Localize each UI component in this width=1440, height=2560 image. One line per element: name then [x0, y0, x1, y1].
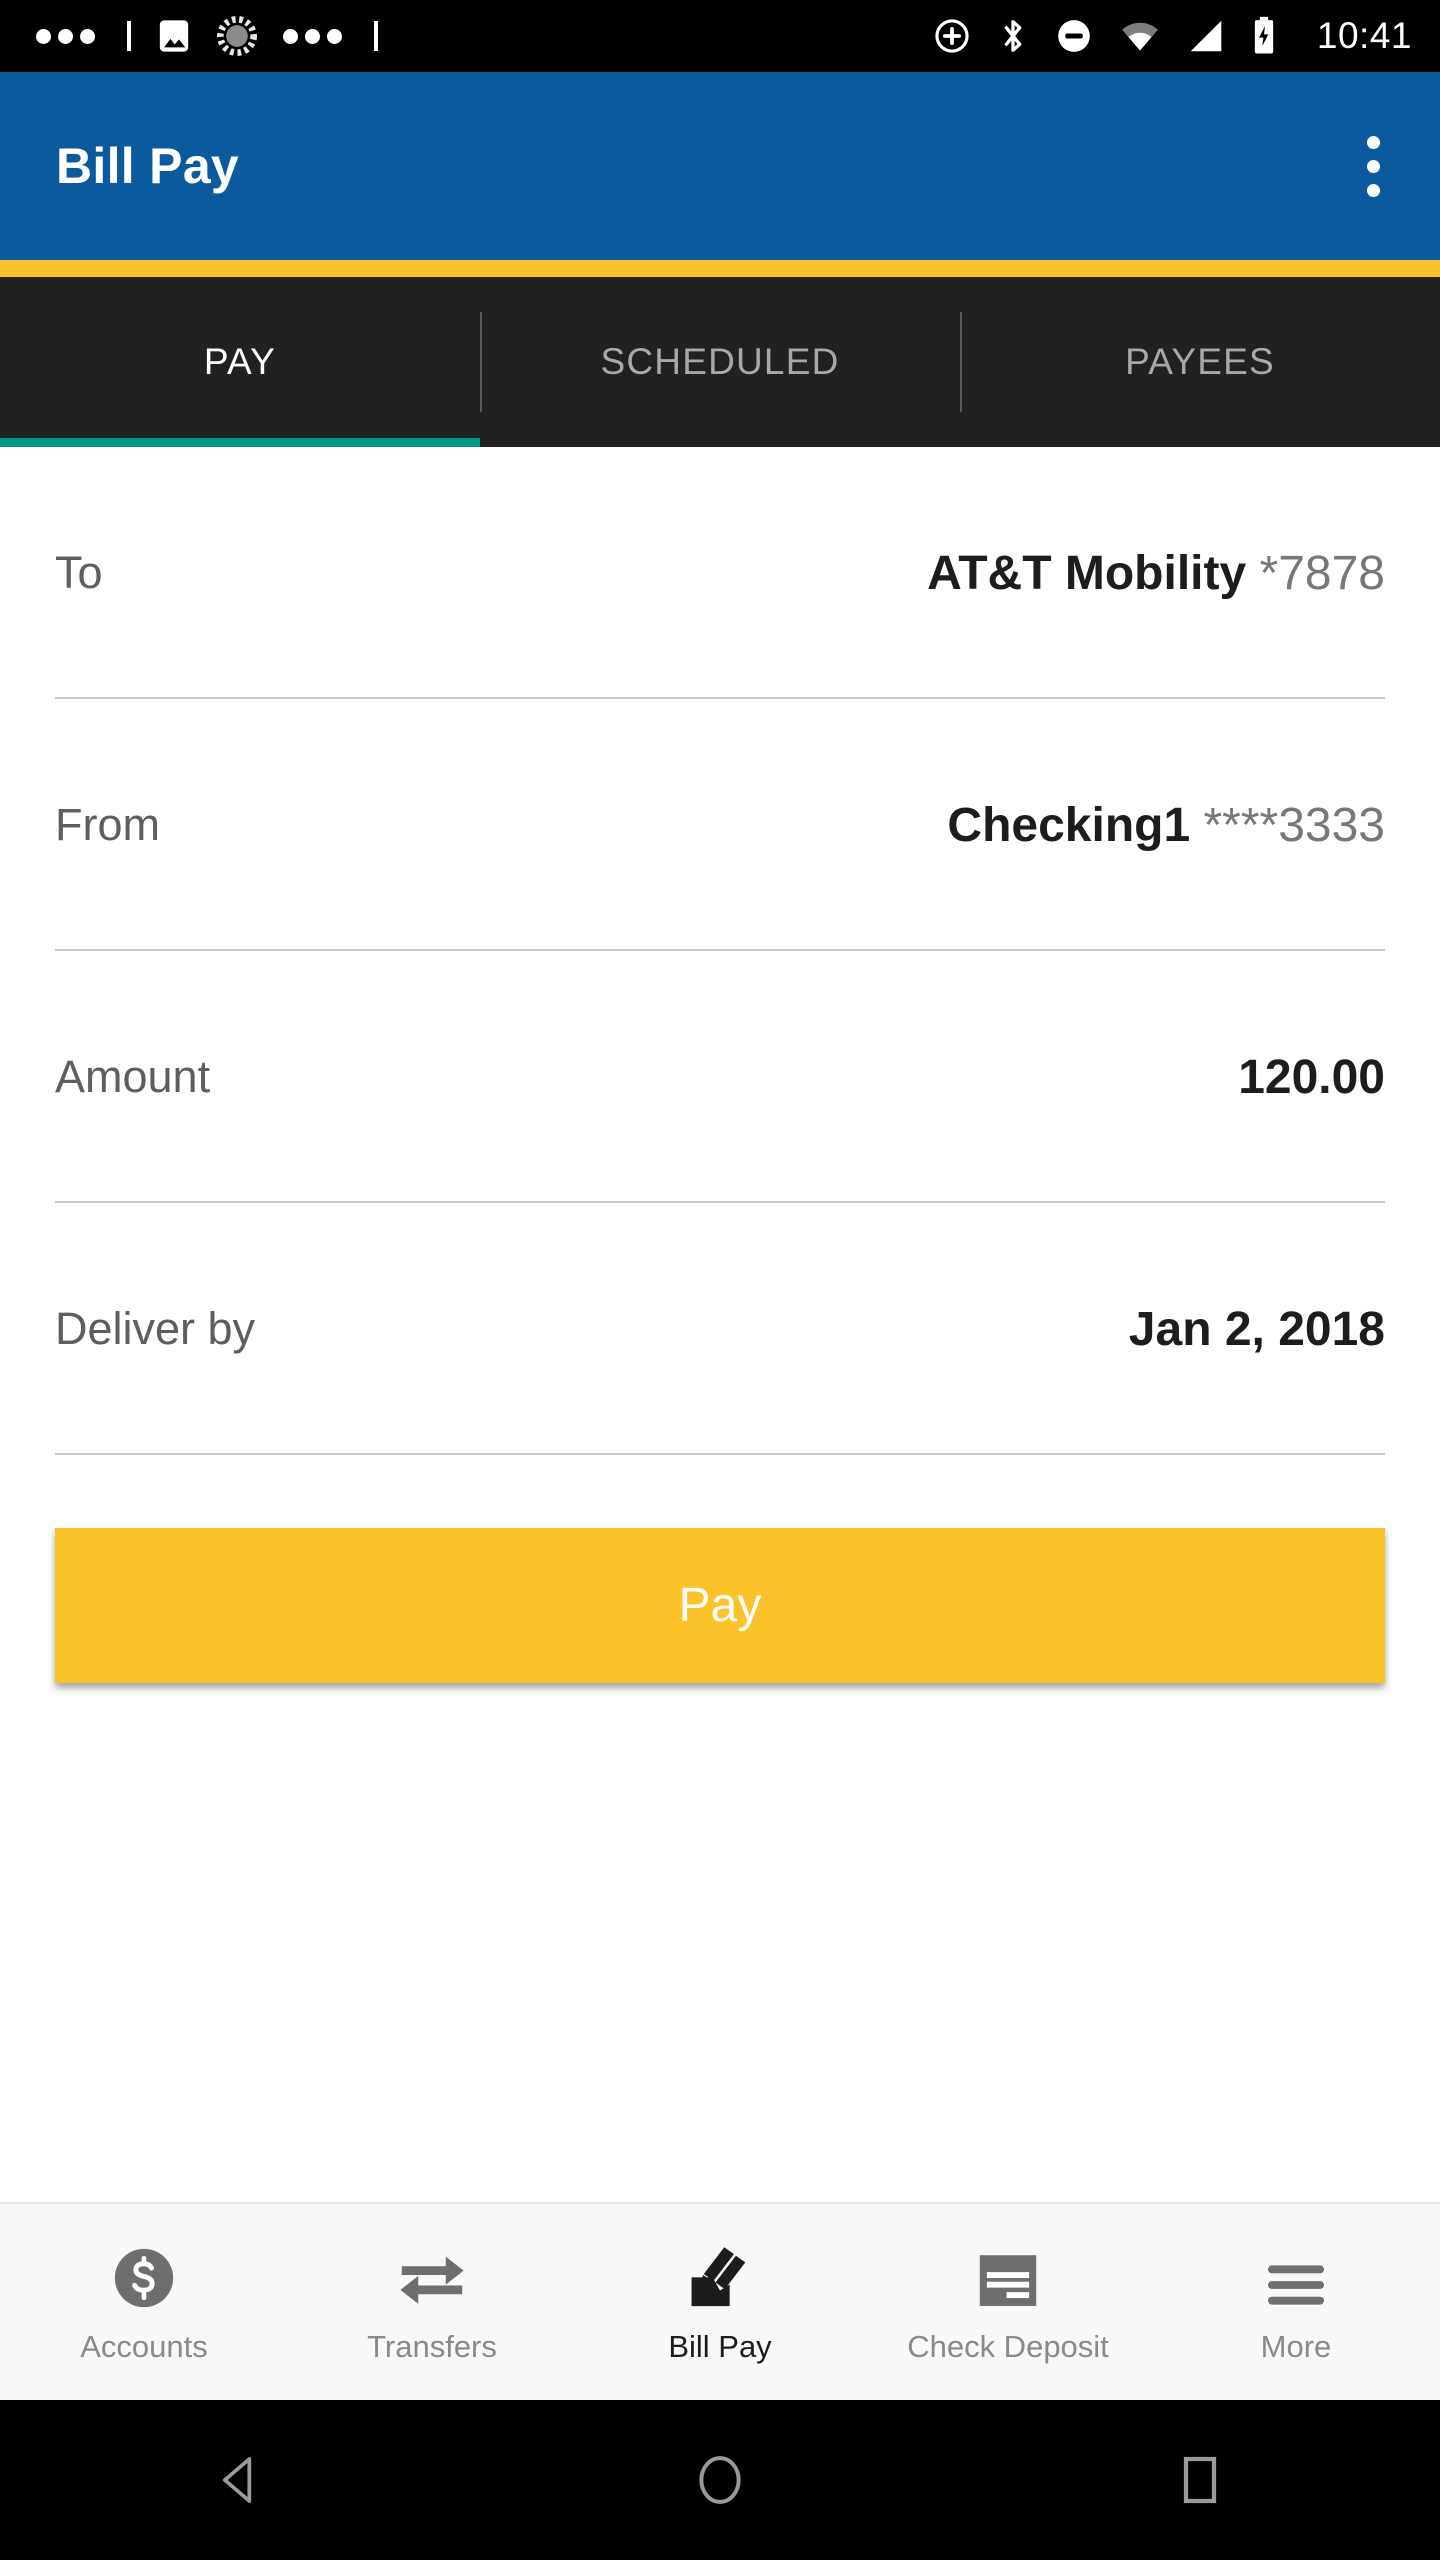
tab-payees[interactable]: PAYEES [960, 277, 1440, 447]
form-row-deliver-by[interactable]: Deliver by Jan 2, 2018 [0, 1203, 1440, 1455]
form-label-from: From [55, 799, 160, 850]
source-account-mask: ****3333 [1203, 798, 1386, 852]
status-bar: 10:41 [0, 0, 1440, 72]
tab-scheduled-label: SCHEDULED [600, 341, 840, 382]
android-recents-button[interactable] [1110, 2400, 1290, 2560]
overflow-menu-icon[interactable] [1353, 122, 1394, 211]
back-triangle-icon [222, 2457, 252, 2503]
status-bar-left-icons [36, 16, 933, 56]
dots-icon [36, 28, 95, 44]
pay-button[interactable]: Pay [55, 1528, 1385, 1683]
tab-bar: PAY SCHEDULED PAYEES [0, 277, 1440, 447]
nav-item-more[interactable]: More [1152, 2239, 1440, 2365]
app-screen: 10:41 Bill Pay PAY SCHEDULED PAYEES To A… [0, 0, 1440, 2560]
nav-item-accounts[interactable]: Accounts [0, 2239, 288, 2365]
form-value-from: Checking1 ****3333 [947, 798, 1385, 853]
hamburger-icon [1262, 2239, 1330, 2313]
form-row-amount[interactable]: Amount 120.00 [0, 951, 1440, 1203]
tab-pay-label: PAY [203, 341, 277, 382]
recents-square-icon [1183, 2456, 1217, 2504]
source-account-name: Checking1 [947, 798, 1191, 852]
cellular-signal-icon [1190, 20, 1222, 52]
android-system-nav [0, 2400, 1440, 2560]
battery-charging-icon [1254, 16, 1274, 54]
tab-pay[interactable]: PAY [0, 277, 480, 447]
active-tab-indicator [0, 438, 480, 447]
dots-icon [283, 28, 342, 44]
pay-button-container: Pay [0, 1455, 1440, 1683]
tab-payees-label: PAYEES [1125, 341, 1275, 382]
sync-spinner-icon [217, 16, 257, 56]
form-row-from[interactable]: From Checking1 ****3333 [0, 699, 1440, 951]
form-value-deliver-by: Jan 2, 2018 [1128, 1302, 1385, 1356]
nav-label-transfers: Transfers [367, 2329, 497, 2364]
page-title: Bill Pay [56, 138, 240, 194]
accent-bar [0, 260, 1440, 277]
envelope-pen-icon [683, 2239, 757, 2313]
app-bar: Bill Pay [0, 72, 1440, 260]
status-bar-right-icons: 10:41 [933, 15, 1412, 57]
home-circle-icon [699, 2456, 741, 2504]
payee-account-mask: *7878 [1259, 546, 1385, 600]
nav-item-bill-pay[interactable]: Bill Pay [576, 2239, 864, 2365]
bluetooth-icon [1004, 20, 1022, 52]
android-back-button[interactable] [150, 2400, 330, 2560]
check-document-icon [974, 2239, 1042, 2313]
do-not-disturb-icon [1058, 20, 1090, 52]
nav-label-more: More [1260, 2329, 1332, 2364]
form-label-amount: Amount [55, 1051, 211, 1102]
nav-label-accounts: Accounts [80, 2329, 208, 2364]
payment-form: To AT&T Mobility *7878 From Checking1 **… [0, 447, 1440, 1683]
android-home-button[interactable] [630, 2400, 810, 2560]
payee-name: AT&T Mobility [927, 546, 1247, 600]
image-icon [159, 20, 189, 52]
bottom-navigation: Accounts Transfers Bill Pay Check Deposi… [0, 2202, 1440, 2400]
wifi-icon [1122, 22, 1158, 51]
nav-label-check-deposit: Check Deposit [907, 2329, 1109, 2364]
nav-label-bill-pay: Bill Pay [668, 2329, 772, 2364]
dots-divider-icon [374, 21, 378, 51]
tab-scheduled[interactable]: SCHEDULED [480, 277, 960, 447]
dollar-circle-icon [109, 2239, 179, 2313]
form-label-to: To [55, 547, 103, 598]
dots-divider-icon [127, 21, 131, 51]
form-label-deliver-by: Deliver by [55, 1303, 256, 1354]
nav-item-transfers[interactable]: Transfers [288, 2239, 576, 2365]
status-bar-clock: 10:41 [1316, 15, 1412, 56]
form-row-to[interactable]: To AT&T Mobility *7878 [0, 447, 1440, 699]
form-value-amount: 120.00 [1238, 1050, 1385, 1104]
nav-item-check-deposit[interactable]: Check Deposit [864, 2239, 1152, 2365]
circle-plus-icon [935, 19, 969, 53]
transfer-arrows-icon [396, 2239, 468, 2313]
form-value-to: AT&T Mobility *7878 [927, 546, 1385, 601]
